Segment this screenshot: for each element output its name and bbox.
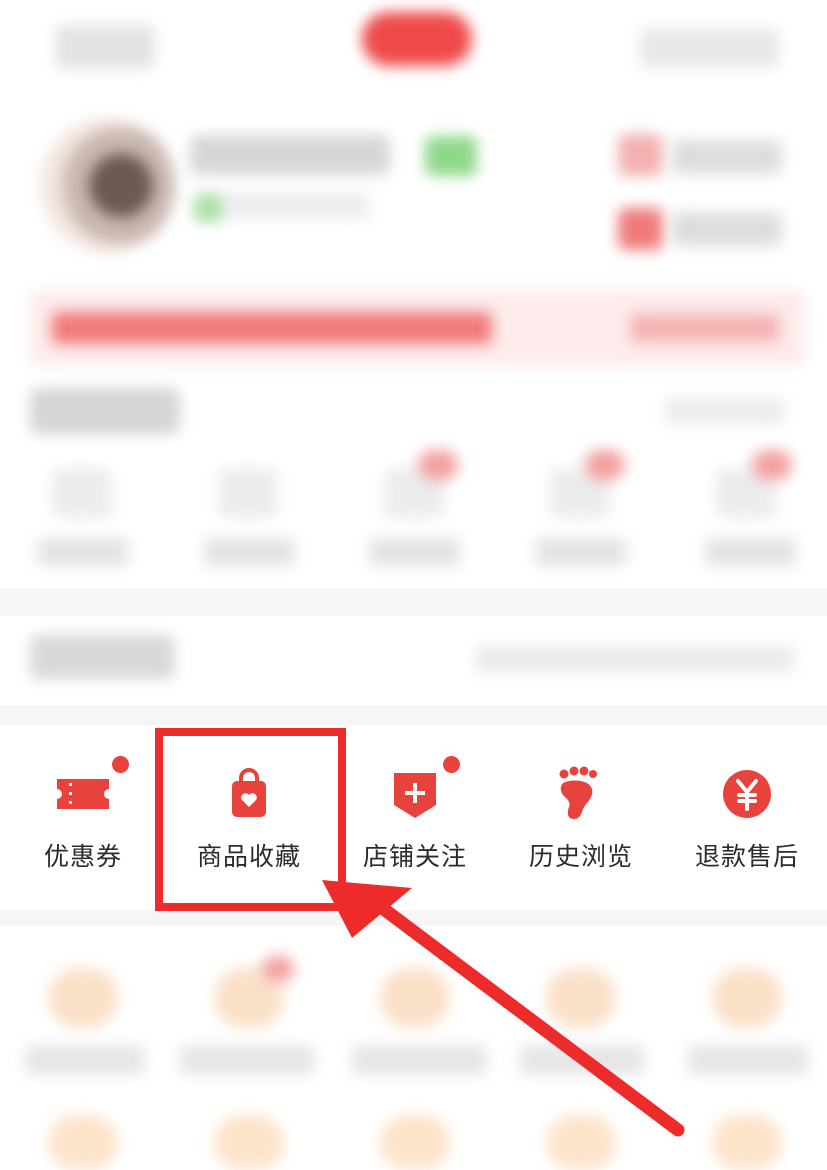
annotation-arrow-icon (322, 880, 685, 1137)
